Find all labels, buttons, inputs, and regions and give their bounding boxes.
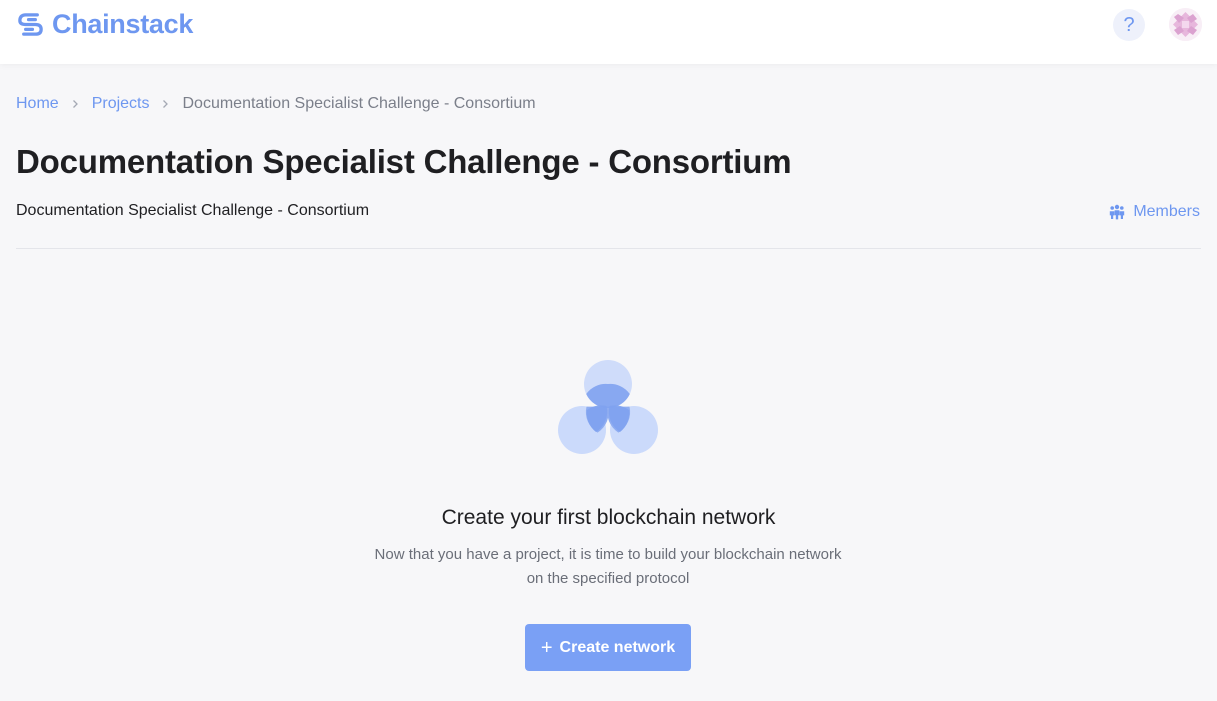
breadcrumb-projects[interactable]: Projects: [92, 95, 150, 113]
question-icon: ?: [1123, 14, 1135, 36]
create-network-button[interactable]: + Create network: [525, 624, 691, 671]
create-network-label: Create network: [559, 638, 676, 656]
members-label: Members: [1133, 203, 1200, 220]
members-icon: [1110, 204, 1125, 220]
avatar-pattern-icon: [1169, 8, 1202, 41]
plus-icon: +: [540, 636, 553, 659]
empty-state-title: Create your first blockchain network: [441, 506, 776, 529]
top-navigation-bar: Chainstack ?: [0, 0, 1217, 64]
network-circles-icon: [558, 360, 658, 454]
empty-state-description: Now that you have a project, it is time …: [338, 543, 878, 591]
chevron-right-icon: [162, 99, 169, 109]
brand-name: Chainstack: [52, 8, 194, 39]
members-link[interactable]: Members: [1109, 203, 1200, 221]
user-avatar[interactable]: [1169, 8, 1202, 41]
breadcrumb-home[interactable]: Home: [16, 95, 59, 113]
section-divider: [16, 248, 1201, 249]
help-button[interactable]: ?: [1113, 9, 1145, 41]
empty-state-description-line-1: Now that you have a project, it is time …: [374, 546, 842, 563]
project-description: Documentation Specialist Challenge - Con…: [16, 202, 370, 219]
breadcrumb-current: Documentation Specialist Challenge - Con…: [182, 95, 536, 112]
empty-state-description-line-2: on the specified protocol: [526, 570, 690, 587]
chainstack-logo[interactable]: Chainstack: [16, 9, 193, 39]
page-title: Documentation Specialist Challenge - Con…: [16, 143, 792, 180]
chainstack-logo-icon: [18, 12, 43, 36]
breadcrumb: Home Projects Documentation Specialist C…: [16, 94, 536, 114]
chevron-right-icon: [72, 99, 79, 109]
